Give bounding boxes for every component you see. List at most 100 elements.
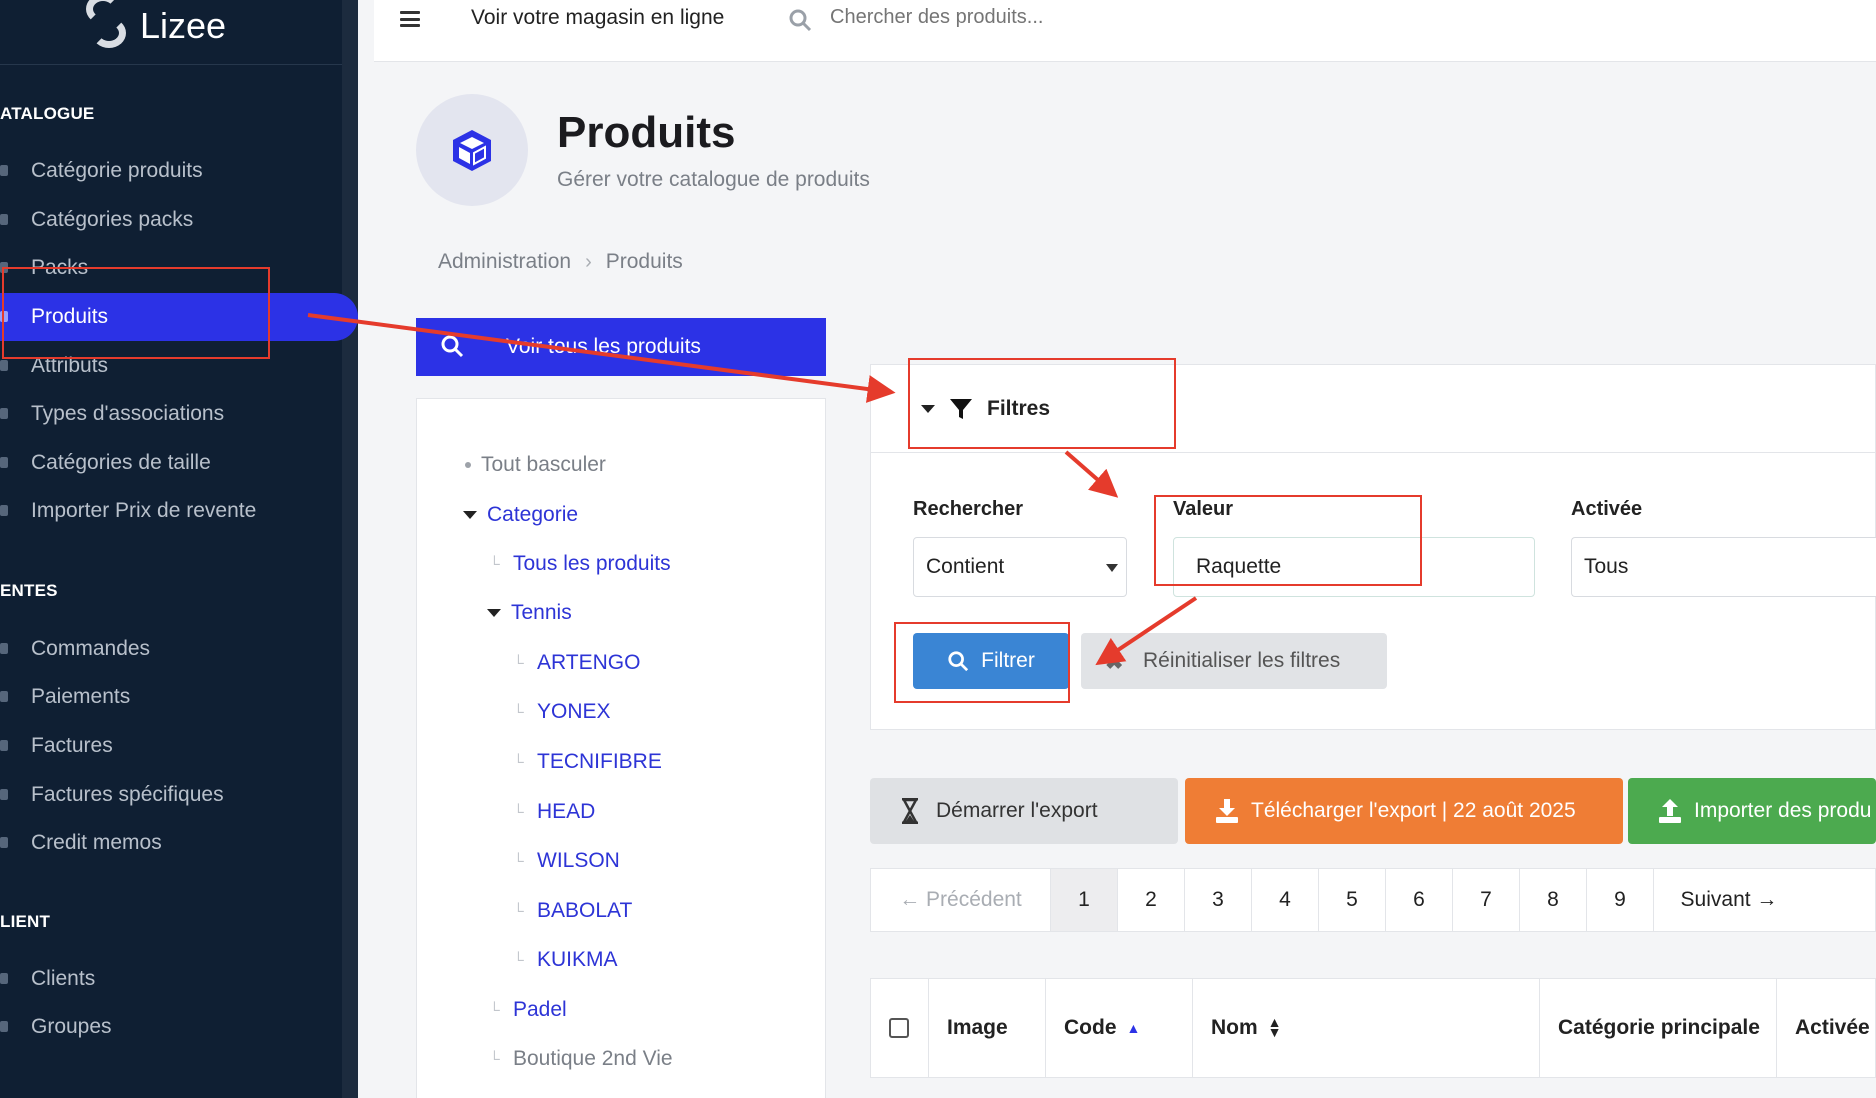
branch-icon: └ — [489, 1001, 500, 1019]
value-input[interactable]: Raquette — [1173, 537, 1535, 597]
product-search-input[interactable] — [830, 6, 1230, 29]
tree-node-boutique[interactable]: └ Boutique 2nd Vie — [489, 1047, 673, 1071]
sidebar-item-label: Attributs — [31, 354, 109, 377]
branch-icon: └ — [513, 951, 524, 969]
tree-node-categorie[interactable]: Categorie — [463, 503, 578, 527]
tree-toggle-all-label: Tout basculer — [481, 453, 606, 476]
sidebar-item-types-associations[interactable]: Types d'associations — [0, 390, 342, 438]
column-label: Image — [947, 1016, 1008, 1039]
column-header-categorie-principale: Catégorie principale — [1540, 979, 1777, 1077]
branch-icon: └ — [513, 703, 524, 721]
tree-node-label: HEAD — [537, 800, 596, 823]
download-export-label: Télécharger l'export | 22 août 2025 — [1251, 799, 1576, 822]
caret-down-icon — [463, 511, 477, 519]
download-icon — [1216, 799, 1238, 823]
tree-node-brand[interactable]: └ KUIKMA — [513, 948, 618, 972]
branch-icon: └ — [513, 654, 524, 672]
breadcrumb-item-administration[interactable]: Administration — [438, 250, 571, 274]
sidebar-item-attributs[interactable]: Attributs — [0, 342, 342, 390]
tree-node-brand[interactable]: └ ARTENGO — [513, 651, 640, 675]
tree-node-label: KUIKMA — [537, 948, 618, 971]
filter-button[interactable]: Filtrer — [913, 633, 1069, 689]
breadcrumb-item-produits: Produits — [605, 250, 683, 273]
pagination-page[interactable]: 1 — [1051, 869, 1118, 931]
pagination-page[interactable]: 9 — [1587, 869, 1654, 931]
sidebar-item-label: Catégories packs — [31, 208, 194, 231]
sidebar-item-factures[interactable]: Factures — [0, 722, 342, 770]
group-icon — [0, 1021, 8, 1032]
brand-logo[interactable]: Lizee — [80, 0, 226, 52]
value-input-text: Raquette — [1196, 555, 1282, 578]
sidebar-item-label: Importer Prix de revente — [31, 499, 257, 522]
sidebar-item-paiements[interactable]: Paiements — [0, 673, 342, 721]
sidebar-item-produits[interactable]: Produits — [0, 293, 358, 341]
sidebar-item-categories-taille[interactable]: Catégories de taille — [0, 439, 342, 487]
tree-node-brand[interactable]: └ BABOLAT — [513, 899, 632, 923]
tree-toggle-all[interactable]: Tout basculer — [465, 453, 606, 477]
sidebar-item-categorie-produits[interactable]: Catégorie produits — [0, 147, 342, 195]
enabled-label: Activée — [1571, 498, 1643, 520]
download-export-button[interactable]: Télécharger l'export | 22 août 2025 — [1185, 778, 1623, 844]
tree-node-label: Categorie — [487, 503, 579, 526]
sidebar-item-categories-packs[interactable]: Catégories packs — [0, 196, 342, 244]
search-mode-label: Rechercher — [913, 498, 1024, 520]
column-label: Code — [1064, 1016, 1117, 1039]
view-all-products-button[interactable]: Voir tous les produits — [416, 318, 826, 376]
tree-node-tennis[interactable]: Tennis — [487, 601, 572, 625]
value-label: Valeur — [1173, 498, 1234, 520]
branch-icon: └ — [513, 803, 524, 821]
sidebar-item-factures-specifiques[interactable]: Factures spécifiques — [0, 771, 342, 819]
sidebar-item-label: Produits — [31, 305, 109, 328]
import-products-button[interactable]: Importer des produ — [1628, 778, 1876, 844]
tree-node-brand[interactable]: └ YONEX — [513, 700, 611, 724]
sidebar-item-label: Packs — [31, 256, 89, 279]
branch-icon: └ — [513, 852, 524, 870]
tree-node-tous-produits[interactable]: └ Tous les produits — [489, 552, 671, 576]
sidebar-item-label: Catégorie produits — [31, 159, 203, 182]
sidebar-item-importer-prix[interactable]: Importer Prix de revente — [0, 487, 342, 535]
tree-node-padel[interactable]: └ Padel — [489, 998, 567, 1022]
column-header-nom[interactable]: Nom ▲ ▼ — [1193, 979, 1540, 1077]
pagination-page[interactable]: 4 — [1252, 869, 1319, 931]
pagination-page[interactable]: 8 — [1520, 869, 1587, 931]
menu-icon[interactable] — [400, 11, 420, 27]
column-header-image: Image — [929, 979, 1046, 1077]
sidebar-divider — [0, 64, 342, 65]
tree-node-brand[interactable]: └ HEAD — [513, 800, 595, 824]
select-all-checkbox[interactable] — [889, 1018, 909, 1038]
pagination-next[interactable]: Suivant → — [1654, 869, 1804, 931]
search-mode-select[interactable]: Contient — [913, 537, 1127, 597]
sidebar-item-credit-memos[interactable]: Credit memos — [0, 819, 342, 867]
tree-node-brand[interactable]: └ WILSON — [513, 849, 620, 873]
dropdown-arrow-icon — [1106, 564, 1118, 572]
filters-toggle[interactable]: Filtres — [921, 397, 1050, 421]
column-header-code[interactable]: Code ▲ — [1046, 979, 1193, 1077]
pagination-page[interactable]: 2 — [1118, 869, 1185, 931]
pagination-prev[interactable]: ← Précédent — [871, 869, 1051, 931]
tree-node-brand[interactable]: └ TECNIFIBRE — [513, 750, 662, 774]
sidebar-item-groupes[interactable]: Groupes — [0, 1003, 342, 1051]
filters-title: Filtres — [987, 397, 1051, 420]
tree-node-label: Tennis — [511, 601, 572, 624]
pagination-page[interactable]: 7 — [1453, 869, 1520, 931]
topbar: Voir votre magasin en ligne — [374, 0, 1876, 62]
sidebar-item-clients[interactable]: Clients — [0, 955, 342, 1003]
caret-down-icon — [921, 405, 935, 413]
store-link[interactable]: Voir votre magasin en ligne — [471, 6, 724, 30]
pagination-page[interactable]: 5 — [1319, 869, 1386, 931]
pagination-page[interactable]: 6 — [1386, 869, 1453, 931]
column-header-activee: Activée — [1777, 979, 1875, 1077]
tree-node-label: TECNIFIBRE — [537, 750, 662, 773]
folder-icon — [0, 165, 8, 176]
branch-icon: └ — [513, 902, 524, 920]
pagination-page[interactable]: 3 — [1185, 869, 1252, 931]
enabled-select[interactable]: Tous — [1571, 537, 1876, 597]
users-icon — [0, 973, 8, 984]
payment-icon — [0, 691, 8, 702]
reset-filters-button[interactable]: ✖ Réinitialiser les filtres — [1081, 633, 1387, 689]
search-icon — [948, 651, 969, 672]
start-export-button[interactable]: Démarrer l'export — [870, 778, 1178, 844]
sidebar-item-packs[interactable]: Packs — [0, 244, 342, 292]
close-icon: ✖ — [1105, 649, 1124, 674]
sidebar-item-commandes[interactable]: Commandes — [0, 625, 342, 673]
